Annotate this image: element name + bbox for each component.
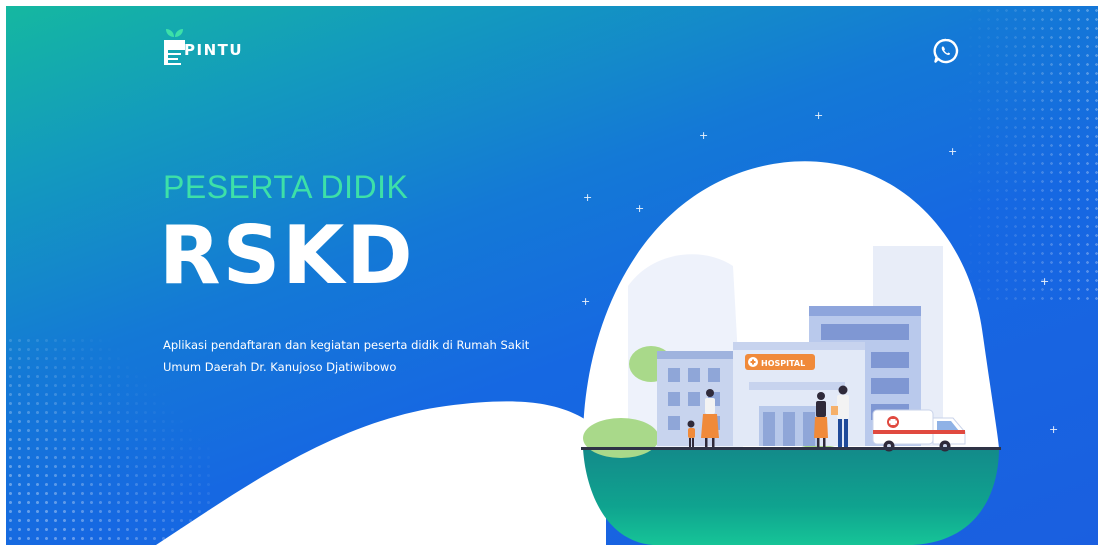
hero-banner: PINTU + + + + + + + + PESERTA DIDIK RSKD… — [6, 6, 1098, 545]
sparkle-icon: + — [1040, 275, 1050, 288]
whatsapp-icon[interactable] — [932, 37, 960, 65]
sparkle-icon: + — [1049, 423, 1059, 436]
sparkle-icon: + — [699, 129, 709, 142]
hospital-illustration: HOSPITAL — [581, 161, 1001, 545]
sparkle-icon: + — [814, 109, 824, 122]
hero-title: RSKD — [159, 209, 415, 302]
brand-logo[interactable]: PINTU — [163, 27, 243, 67]
brand-name: PINTU — [184, 41, 244, 59]
hero-subtitle: PESERTA DIDIK — [163, 169, 409, 205]
hospital-sign-text: HOSPITAL — [761, 359, 805, 368]
hero-description: Aplikasi pendaftaran dan kegiatan pesert… — [163, 338, 530, 374]
page: PINTU + + + + + + + + PESERTA DIDIK RSKD… — [0, 0, 1106, 545]
